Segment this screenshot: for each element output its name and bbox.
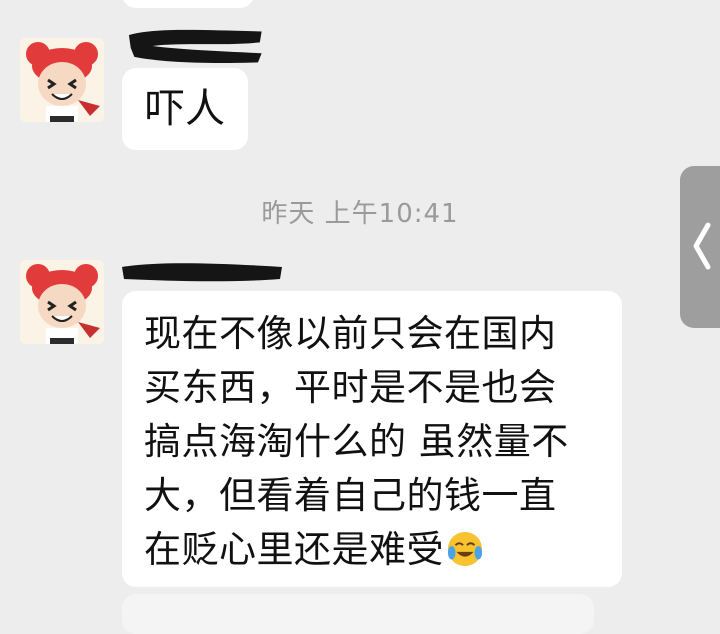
avatar[interactable]	[20, 260, 104, 344]
message-text-line-last: 在贬心里还是难受	[144, 523, 600, 577]
avatar-cartoon-icon	[20, 260, 104, 344]
face-with-tears-of-joy-icon	[447, 531, 483, 567]
sender-name-redacted	[128, 29, 262, 64]
message-text-line: 搞点海淘什么的 虽然量不	[144, 420, 569, 463]
message-text: 在贬心里还是难受	[144, 528, 444, 571]
message-bubble[interactable]: 现在不像以前只会在国内 买东西，平时是不是也会 搞点海淘什么的 虽然量不 大，但…	[122, 291, 622, 587]
message-text: 吓人	[145, 86, 225, 132]
message-text-line: 大，但看着自己的钱一直	[144, 474, 557, 517]
message-text-line: 买东西，平时是不是也会	[144, 366, 557, 409]
chevron-left-icon	[693, 222, 711, 270]
message-bubble[interactable]: 吓人	[122, 68, 248, 150]
message-timestamp: 昨天 上午10:41	[261, 199, 459, 229]
next-message-bubble	[122, 594, 594, 634]
message-text-line: 现在不像以前只会在国内	[144, 312, 557, 355]
sender-name-redacted	[122, 263, 282, 282]
side-panel-handle[interactable]	[680, 166, 720, 328]
previous-message-bubble	[122, 0, 254, 8]
avatar[interactable]	[20, 38, 104, 122]
avatar-cartoon-icon	[20, 38, 104, 122]
